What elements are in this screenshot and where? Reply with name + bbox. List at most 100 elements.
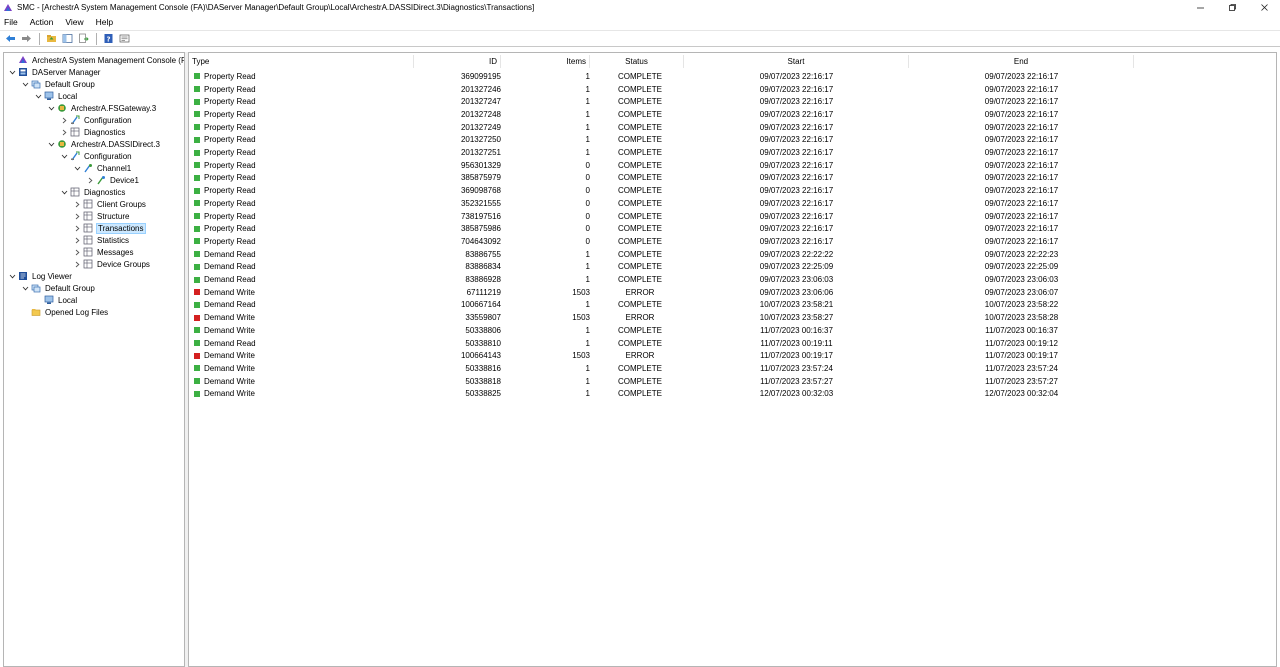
restore-button[interactable] [1216, 0, 1248, 15]
chevron-down-icon[interactable] [34, 92, 42, 100]
table-row[interactable]: Demand Write 50338806 1 COMPLETE 11/07/2023 … [189, 324, 1276, 337]
table-row[interactable]: Property Read 369099195 1 COMPLETE 09/07/202… [189, 70, 1276, 83]
table-row[interactable]: Demand Write 33559807 1503 ERROR 10/07/2023 … [189, 311, 1276, 324]
tree-node-client-groups[interactable]: Client Groups [73, 198, 147, 210]
tree-node-statistics[interactable]: Statistics [73, 234, 130, 246]
chevron-right-icon[interactable] [73, 248, 81, 256]
table-row[interactable]: Property Read 385875979 0 COMPLETE 09/07/202… [189, 172, 1276, 185]
table-row[interactable]: Demand Write 50338816 1 COMPLETE 11/07/2023 … [189, 362, 1276, 375]
chevron-down-icon[interactable] [21, 80, 29, 88]
server-manager-icon [18, 67, 28, 77]
menu-action[interactable]: Action [29, 17, 55, 27]
chevron-right-icon[interactable] [73, 236, 81, 244]
tree-node-log-viewer[interactable]: Log Viewer [8, 270, 73, 282]
chevron-down-icon[interactable] [8, 272, 16, 280]
chevron-right-icon[interactable] [86, 176, 94, 184]
column-header-end[interactable]: End [909, 55, 1134, 68]
tree-node-messages[interactable]: Messages [73, 246, 134, 258]
table-row[interactable]: Demand Read 83886834 1 COMPLETE 09/07/2023 2… [189, 261, 1276, 274]
export-list-button[interactable] [76, 32, 90, 46]
table-row[interactable]: Property Read 704643092 0 COMPLETE 09/07/202… [189, 235, 1276, 248]
tree-node-archestra-fsgateway-3[interactable]: ArchestrA.FSGateway.3 [47, 102, 157, 114]
tree-node-opened-log-files[interactable]: Opened Log Files [21, 306, 109, 318]
menu-file[interactable]: File [3, 17, 19, 27]
chevron-down-icon[interactable] [60, 188, 68, 196]
column-header-items[interactable]: Items [501, 55, 590, 68]
properties-button[interactable] [117, 32, 131, 46]
tree-node-diagnostics[interactable]: Diagnostics [60, 126, 126, 138]
table-row[interactable]: Property Read 201327248 1 COMPLETE 09/07/202… [189, 108, 1276, 121]
table-row[interactable]: Demand Write 67111219 1503 ERROR 09/07/2023 … [189, 286, 1276, 299]
folder-icon [31, 307, 41, 317]
chevron-down-icon[interactable] [47, 140, 55, 148]
chevron-down-icon[interactable] [47, 104, 55, 112]
chevron-down-icon[interactable] [8, 68, 16, 76]
chevron-right-icon[interactable] [73, 212, 81, 220]
cell-type: Demand Read [194, 273, 414, 286]
chevron-right-icon[interactable] [73, 260, 81, 268]
diagnostics-icon [83, 247, 93, 257]
menu-view[interactable]: View [64, 17, 84, 27]
chevron-right-icon[interactable] [60, 128, 68, 136]
tree-node-configuration[interactable]: Configuration [60, 114, 133, 126]
close-button[interactable] [1248, 0, 1280, 15]
table-row[interactable]: Demand Read 100667164 1 COMPLETE 10/07/2023 … [189, 299, 1276, 312]
table-row[interactable]: Property Read 201327247 1 COMPLETE 09/07/202… [189, 95, 1276, 108]
tree-node-archestra-dassidirect-3[interactable]: ArchestrA.DASSIDirect.3 [47, 138, 161, 150]
table-row[interactable]: Property Read 352321555 0 COMPLETE 09/07/202… [189, 197, 1276, 210]
tree-node-diagnostics[interactable]: Diagnostics [60, 186, 126, 198]
table-row[interactable]: Demand Read 50338810 1 COMPLETE 11/07/2023 0… [189, 337, 1276, 350]
table-row[interactable]: Demand Read 83886755 1 COMPLETE 09/07/2023 2… [189, 248, 1276, 261]
minimize-button[interactable] [1184, 0, 1216, 15]
table-row[interactable]: Property Read 369098768 0 COMPLETE 09/07/202… [189, 184, 1276, 197]
back-button[interactable] [3, 32, 17, 46]
tree-node-local[interactable]: Local [34, 90, 78, 102]
column-header-type[interactable]: Type [189, 55, 414, 68]
table-row[interactable]: Property Read 201327246 1 COMPLETE 09/07/202… [189, 83, 1276, 96]
up-one-level-button[interactable] [44, 32, 58, 46]
column-header-start[interactable]: Start [684, 55, 909, 68]
transactions-list: Type ID Items Status Start End Property … [188, 52, 1277, 667]
chevron-right-icon[interactable] [73, 224, 81, 232]
tree-node-local[interactable]: Local [34, 294, 78, 306]
table-row[interactable]: Property Read 385875986 0 COMPLETE 09/07/202… [189, 222, 1276, 235]
tree-node-daserver-manager[interactable]: DAServer Manager [8, 66, 101, 78]
column-header-id[interactable]: ID [414, 55, 501, 68]
table-row[interactable]: Demand Write 50338825 1 COMPLETE 12/07/2023 … [189, 388, 1276, 401]
cell-start: 09/07/2023 23:06:06 [759, 287, 834, 297]
forward-button[interactable] [19, 32, 33, 46]
table-row[interactable]: Property Read 201327251 1 COMPLETE 09/07/202… [189, 146, 1276, 159]
tree-node-default-group[interactable]: Default Group [21, 78, 96, 90]
table-row[interactable]: Demand Write 100664143 1503 ERROR 11/07/2023… [189, 349, 1276, 362]
chevron-right-icon[interactable] [73, 200, 81, 208]
tree-node-configuration[interactable]: Configuration [60, 150, 133, 162]
chevron-right-icon[interactable] [60, 116, 68, 124]
help-button[interactable]: ? [101, 32, 115, 46]
chevron-down-icon[interactable] [60, 152, 68, 160]
chevron-down-icon[interactable] [73, 164, 81, 172]
tree-node-archestra-system-management-console-fa-[interactable]: ArchestrA System Management Console (FA) [8, 54, 184, 66]
table-row[interactable]: Demand Read 83886928 1 COMPLETE 09/07/2023 2… [189, 273, 1276, 286]
chevron-down-icon[interactable] [21, 284, 29, 292]
table-row[interactable]: Property Read 738197516 0 COMPLETE 09/07/202… [189, 210, 1276, 223]
tree-node-transactions[interactable]: Transactions [73, 222, 146, 234]
no-expander [21, 308, 29, 316]
table-row[interactable]: Property Read 956301329 0 COMPLETE 09/07/202… [189, 159, 1276, 172]
close-icon [1260, 4, 1268, 11]
menu-help[interactable]: Help [95, 17, 114, 27]
tree-node-channel1[interactable]: Channel1 [73, 162, 132, 174]
tree-node-device1[interactable]: Device1 [86, 174, 140, 186]
table-row[interactable]: Demand Write 50338818 1 COMPLETE 11/07/2023 … [189, 375, 1276, 388]
table-row[interactable]: Property Read 201327250 1 COMPLETE 09/07/202… [189, 134, 1276, 147]
tree-node-default-group[interactable]: Default Group [21, 282, 96, 294]
cell-type: Property Read [194, 235, 414, 248]
tree-node-device-groups[interactable]: Device Groups [73, 258, 151, 270]
table-row[interactable]: Property Read 201327249 1 COMPLETE 09/07/202… [189, 121, 1276, 134]
cell-end: 09/07/2023 22:16:17 [984, 224, 1059, 234]
show-hide-console-tree-button[interactable] [60, 32, 74, 46]
console-tree: ArchestrA System Management Console (FA)… [3, 52, 185, 667]
cell-status: ERROR [625, 313, 655, 323]
column-header-status[interactable]: Status [590, 55, 684, 68]
cell-start: 09/07/2023 22:16:17 [759, 71, 834, 81]
tree-node-structure[interactable]: Structure [73, 210, 130, 222]
